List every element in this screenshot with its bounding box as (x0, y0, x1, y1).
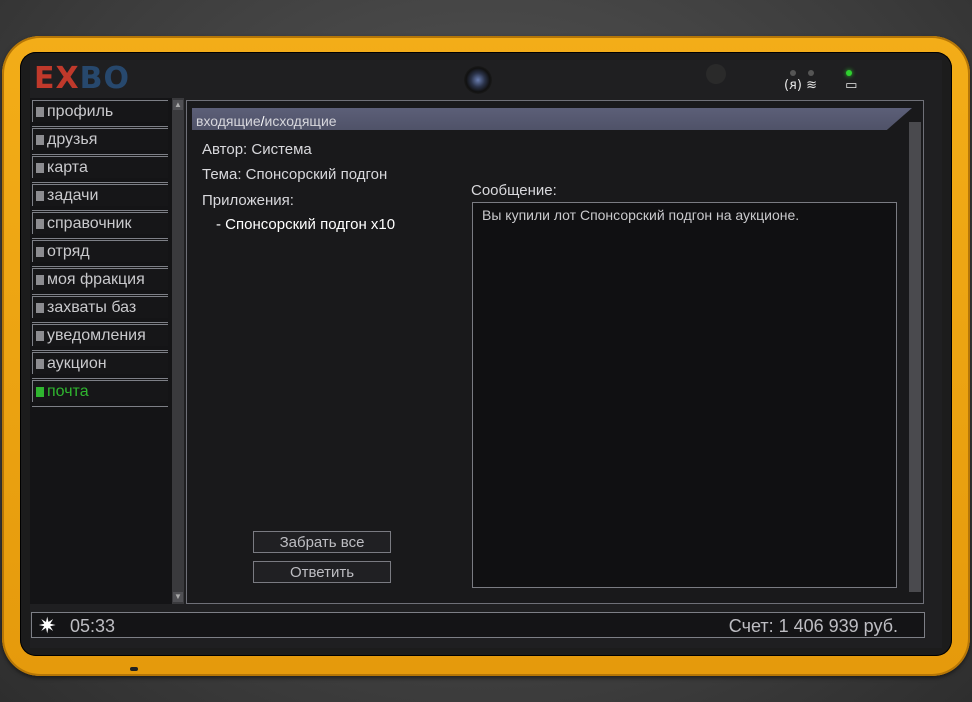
sidebar-item-underline (32, 176, 168, 183)
sidebar-item-7[interactable]: захваты баз (32, 296, 168, 318)
sidebar-item-label: отряд (47, 243, 90, 260)
footer-bar: ✷ 05:33 Счет: 1 406 939 руб. (31, 612, 925, 638)
bullet-icon (36, 275, 44, 285)
sidebar-item-label: задачи (47, 187, 99, 204)
mail-scrollbar[interactable] (909, 122, 921, 592)
scroll-up-icon[interactable]: ▲ (173, 100, 183, 110)
sidebar-item-underline (32, 344, 168, 351)
sensor-icon (706, 64, 726, 84)
power-led-icon (846, 70, 852, 76)
tab-outgoing[interactable]: исходящие (265, 113, 337, 129)
message-text: Вы купили лот Спонсорский подгон на аукц… (482, 207, 800, 223)
battery-icon: ▭ (845, 78, 858, 93)
sidebar-item-label: справочник (47, 215, 132, 232)
sidebar-item-5[interactable]: отряд (32, 240, 168, 262)
bullet-icon (36, 191, 44, 201)
sidebar-item-underline (32, 400, 168, 407)
clock-time: 05:33 (70, 616, 116, 636)
sidebar-item-4[interactable]: справочник (32, 212, 168, 234)
bullet-icon (36, 247, 44, 257)
message-box: Вы купили лот Спонсорский подгон на аукц… (472, 202, 897, 588)
wifi-icon: ≋ (806, 78, 818, 93)
sidebar-item-1[interactable]: друзья (32, 128, 168, 150)
sidebar-item-label: аукцион (47, 355, 107, 372)
sidebar-item-6[interactable]: моя фракция (32, 268, 168, 290)
sidebar-item-underline (32, 316, 168, 323)
sidebar-item-2[interactable]: карта (32, 156, 168, 178)
sidebar-item-underline (32, 120, 168, 127)
reply-button[interactable]: Ответить (253, 561, 391, 583)
sidebar-item-label: уведомления (47, 327, 146, 344)
sidebar-item-label: карта (47, 159, 88, 176)
bullet-icon (36, 163, 44, 173)
tab-incoming[interactable]: входящие (196, 113, 261, 129)
attachment-item[interactable]: - Спонсорский подгон x10 (216, 216, 395, 233)
sidebar-item-label: захваты баз (47, 299, 137, 316)
sidebar-item-0[interactable]: профиль (32, 100, 168, 122)
message-label: Сообщение: (471, 182, 557, 199)
bullet-icon (36, 359, 44, 369)
sun-icon: ✷ (38, 613, 57, 638)
sidebar-item-underline (32, 232, 168, 239)
sidebar-item-label: друзья (47, 131, 98, 148)
sidebar-item-3[interactable]: задачи (32, 184, 168, 206)
attachments-label: Приложения: (202, 192, 294, 209)
bullet-icon (36, 303, 44, 313)
mail-author: Автор: Система (202, 141, 312, 158)
take-all-button[interactable]: Забрать все (253, 531, 391, 553)
mail-subject: Тема: Спонсорский подгон (202, 166, 388, 183)
account-balance: Счет: 1 406 939 руб. (728, 616, 898, 636)
bullet-icon (36, 135, 44, 145)
sidebar-item-10[interactable]: почта (32, 380, 168, 402)
sidebar-item-underline (32, 288, 168, 295)
signal-icon: (ᴙ) (784, 78, 802, 93)
bullet-icon (36, 331, 44, 341)
scroll-down-icon[interactable]: ▼ (173, 592, 183, 602)
exbo-logo: EXBO (34, 61, 130, 96)
led-icon (808, 70, 814, 76)
sidebar-item-underline (32, 204, 168, 211)
sidebar-item-8[interactable]: уведомления (32, 324, 168, 346)
sidebar-item-underline (32, 148, 168, 155)
bullet-icon (36, 219, 44, 229)
sidebar-item-label: моя фракция (47, 271, 145, 288)
sidebar-item-underline (32, 372, 168, 379)
sidebar-scrollbar[interactable]: ▲ ▼ (172, 98, 184, 604)
home-indicator (130, 667, 138, 671)
sidebar-item-underline (32, 260, 168, 267)
mail-tabs: входящие/исходящие (192, 108, 912, 130)
sidebar-item-label: почта (47, 383, 89, 400)
sidebar-item-9[interactable]: аукцион (32, 352, 168, 374)
status-bar: (ᴙ) ≋ ▭ (784, 78, 857, 93)
bullet-icon (36, 107, 44, 117)
camera-icon (464, 66, 492, 94)
sidebar-item-label: профиль (47, 103, 114, 120)
bullet-icon (36, 387, 44, 397)
led-icon (790, 70, 796, 76)
